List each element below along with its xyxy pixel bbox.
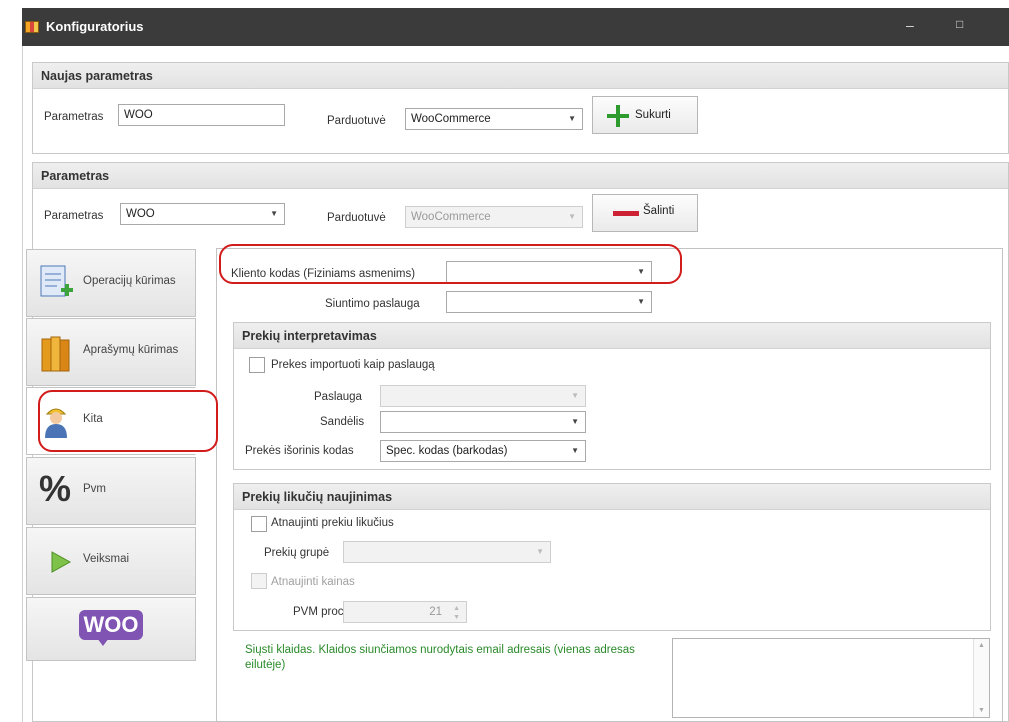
tab-aprasymai[interactable]: Aprašymų kūrimas	[26, 318, 196, 386]
errors-email-textarea[interactable]: ▲ ▼	[672, 638, 990, 718]
new-param-header: Naujas parametras	[33, 63, 1008, 89]
delete-label: Šalinti	[643, 205, 675, 217]
service-select: ▼	[380, 385, 586, 407]
scroll-down-icon[interactable]: ▼	[978, 707, 985, 714]
woo-logo-tail	[97, 638, 109, 646]
percent-icon: %	[39, 468, 72, 509]
tab-label: Veiksmai	[83, 553, 130, 565]
document-add-icon	[40, 265, 73, 297]
dropdown-arrow-icon: ▼	[571, 446, 579, 455]
warehouse-label: Sandėlis	[320, 416, 365, 428]
tab-veiksmai[interactable]: Veiksmai	[26, 527, 196, 595]
app-icon	[25, 21, 39, 33]
dropdown-arrow-icon: ▼	[571, 417, 579, 426]
param-shop-value: WooCommerce	[411, 211, 491, 223]
highlight-client-code	[219, 244, 682, 284]
shipping-label: Siuntimo paslauga	[325, 298, 420, 310]
minimize-button[interactable]: –	[906, 17, 914, 33]
service-label: Paslauga	[314, 391, 362, 403]
vat-spinner: 21 ▲ ▼	[343, 601, 467, 623]
tab-woo[interactable]: WOO	[26, 597, 196, 661]
new-param-input[interactable]: WOO	[118, 104, 285, 126]
stock-header: Prekių likučių naujinimas	[234, 484, 990, 510]
new-shop-label: Parduotuvė	[327, 115, 386, 127]
books-icon	[41, 336, 70, 372]
title-bar: Konfiguratorius – □	[22, 8, 1009, 46]
dropdown-arrow-icon: ▼	[571, 391, 579, 400]
shipping-select[interactable]: ▼	[446, 291, 652, 313]
param-select[interactable]: WOO ▼	[120, 203, 285, 225]
dropdown-arrow-icon: ▼	[568, 114, 576, 123]
products-header: Prekių interpretavimas	[234, 323, 990, 349]
vat-label: PVM proc.	[293, 606, 347, 618]
spinner-arrows-icon: ▲ ▼	[453, 605, 460, 621]
new-shop-select[interactable]: WooCommerce ▼	[405, 108, 583, 130]
group-label: Prekių grupė	[264, 547, 330, 559]
import-as-service-label: Prekes importuoti kaip paslaugą	[271, 359, 435, 371]
param-value: WOO	[126, 208, 155, 220]
tab-label: Pvm	[83, 483, 106, 495]
update-stock-checkbox[interactable]	[251, 516, 267, 532]
scroll-up-icon[interactable]: ▲	[978, 642, 985, 649]
create-button[interactable]: Sukurti	[592, 96, 698, 134]
dropdown-arrow-icon: ▼	[270, 209, 278, 218]
play-icon	[51, 551, 72, 573]
minus-icon	[613, 211, 639, 216]
dropdown-arrow-icon: ▼	[637, 297, 645, 306]
param-label: Parametras	[44, 210, 104, 222]
new-param-label: Parametras	[44, 111, 104, 123]
update-prices-label: Atnaujinti kainas	[271, 576, 355, 588]
window-title: Konfiguratorius	[46, 19, 144, 34]
vat-value: 21	[429, 606, 442, 618]
param-header: Parametras	[33, 163, 1008, 189]
tab-label: Aprašymų kūrimas	[83, 344, 179, 356]
highlight-kita-tab	[38, 390, 218, 452]
textarea-scrollbar[interactable]: ▲ ▼	[973, 639, 989, 717]
maximize-button[interactable]: □	[956, 17, 963, 31]
dropdown-arrow-icon: ▼	[568, 212, 576, 221]
warehouse-select[interactable]: ▼	[380, 411, 586, 433]
errors-label: Siųsti klaidas. Klaidos siunčiamos nurod…	[245, 644, 635, 671]
ext-code-value: Spec. kodas (barkodas)	[386, 445, 508, 457]
param-shop-select: WooCommerce ▼	[405, 206, 583, 228]
delete-button[interactable]: Šalinti	[592, 194, 698, 232]
update-prices-checkbox	[251, 573, 267, 589]
group-select: ▼	[343, 541, 551, 563]
ext-code-label: Prekės išorinis kodas	[245, 445, 354, 457]
tab-pvm[interactable]: % Pvm	[26, 457, 196, 525]
param-shop-label: Parduotuvė	[327, 212, 386, 224]
new-shop-value: WooCommerce	[411, 113, 491, 125]
create-label: Sukurti	[635, 109, 671, 121]
update-stock-label: Atnaujinti prekiu likučius	[271, 517, 394, 529]
plus-icon	[607, 105, 629, 127]
import-as-service-checkbox[interactable]	[249, 357, 265, 373]
tab-operacijos[interactable]: Operacijų kūrimas	[26, 249, 196, 317]
dropdown-arrow-icon: ▼	[536, 547, 544, 556]
woo-logo-icon: WOO	[79, 610, 143, 640]
ext-code-select[interactable]: Spec. kodas (barkodas) ▼	[380, 440, 586, 462]
tab-label: Operacijų kūrimas	[83, 275, 176, 287]
